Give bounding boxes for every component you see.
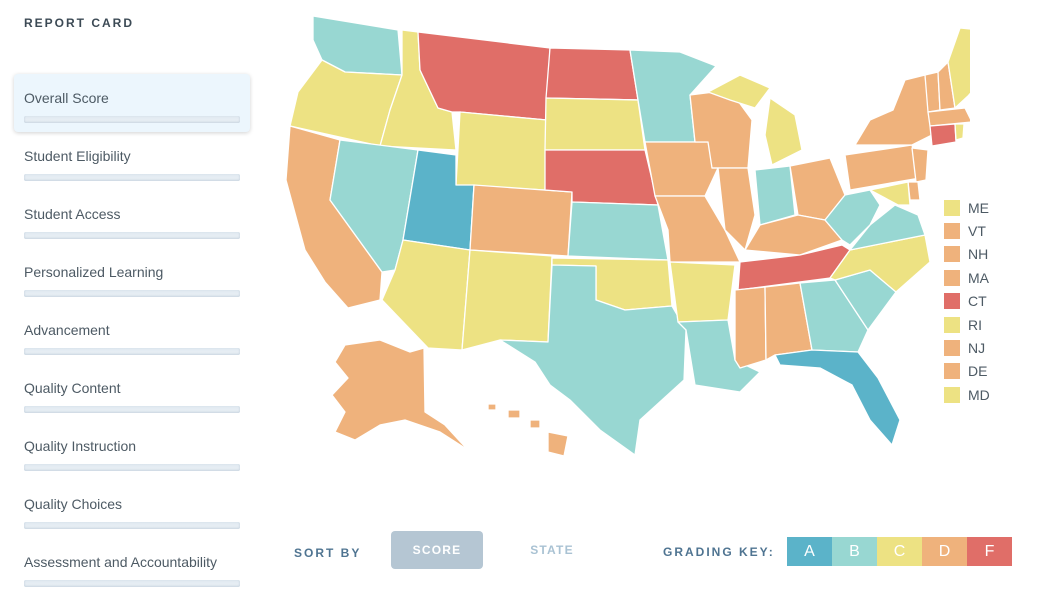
- legend-swatch: [944, 386, 960, 403]
- state-wy[interactable]: [455, 111, 548, 191]
- score-bar: [24, 174, 240, 181]
- sort-state-button[interactable]: STATE: [508, 531, 596, 569]
- legend-row-me[interactable]: ME: [944, 196, 1024, 219]
- state-ak[interactable]: [331, 339, 469, 451]
- menu-item-label: Student Eligibility: [24, 148, 131, 164]
- legend-swatch: [944, 340, 960, 357]
- state-mt[interactable]: [417, 31, 551, 121]
- grade-key-d: D: [922, 537, 967, 566]
- legend-label: MA: [968, 269, 989, 286]
- legend-label: DE: [968, 363, 988, 380]
- northeast-state-legend: ME VT NH MA CT RI NJ DE MD: [944, 196, 1024, 407]
- state-ct[interactable]: [929, 123, 957, 147]
- state-ny[interactable]: [854, 74, 933, 146]
- legend-swatch: [944, 316, 960, 333]
- legend-label: ME: [968, 199, 989, 216]
- legend-row-ri[interactable]: RI: [944, 313, 1024, 336]
- menu-item-quality-choices[interactable]: Quality Choices: [14, 480, 250, 538]
- state-ar[interactable]: [669, 261, 736, 323]
- state-ri[interactable]: [954, 123, 965, 141]
- score-bar: [24, 406, 240, 413]
- menu-item-student-eligibility[interactable]: Student Eligibility: [14, 132, 250, 190]
- legend-swatch: [944, 363, 960, 380]
- sort-by-label: SORT BY: [294, 546, 362, 560]
- state-hi[interactable]: [487, 403, 569, 457]
- report-card-sidebar: REPORT CARD Overall Score Student Eligib…: [0, 0, 270, 601]
- state-ms[interactable]: [734, 286, 767, 369]
- score-bar: [24, 464, 240, 471]
- us-grade-map: [270, 6, 999, 476]
- sort-score-button[interactable]: SCORE: [391, 531, 483, 569]
- legend-swatch: [944, 293, 960, 310]
- menu-item-label: Advancement: [24, 322, 110, 338]
- legend-row-nh[interactable]: NH: [944, 243, 1024, 266]
- state-mi[interactable]: [764, 97, 803, 166]
- legend-swatch: [944, 246, 960, 263]
- grade-key-c: C: [877, 537, 922, 566]
- menu-item-student-access[interactable]: Student Access: [14, 190, 250, 248]
- state-sd[interactable]: [544, 97, 646, 151]
- menu-item-label: Overall Score: [24, 90, 109, 106]
- score-bar: [24, 232, 240, 239]
- menu-item-advancement[interactable]: Advancement: [14, 306, 250, 364]
- legend-label: CT: [968, 293, 987, 310]
- menu-item-overall-score[interactable]: Overall Score: [14, 74, 250, 132]
- menu-item-label: Quality Choices: [24, 496, 123, 512]
- score-bar: [24, 522, 240, 529]
- legend-row-md[interactable]: MD: [944, 383, 1024, 406]
- state-ma[interactable]: [927, 107, 973, 127]
- score-bar: [24, 348, 240, 355]
- menu-item-label: Quality Instruction: [24, 438, 137, 454]
- legend-label: MD: [968, 386, 990, 403]
- score-bar: [24, 290, 240, 297]
- menu-item-quality-instruction[interactable]: Quality Instruction: [14, 422, 250, 480]
- score-bar: [24, 116, 240, 123]
- state-nm[interactable]: [461, 249, 553, 351]
- state-in[interactable]: [754, 165, 796, 226]
- menu-item-label: Personalized Learning: [24, 264, 164, 280]
- grade-key-a: A: [787, 537, 832, 566]
- state-ia[interactable]: [644, 141, 719, 197]
- legend-swatch: [944, 199, 960, 216]
- grading-key-label: GRADING KEY:: [663, 545, 775, 559]
- legend-label: VT: [968, 223, 986, 240]
- score-bar: [24, 580, 240, 587]
- legend-label: NH: [968, 246, 989, 263]
- legend-row-nj[interactable]: NJ: [944, 336, 1024, 359]
- legend-row-ma[interactable]: MA: [944, 266, 1024, 289]
- legend-swatch: [944, 269, 960, 286]
- state-ks[interactable]: [567, 201, 669, 261]
- legend-row-vt[interactable]: VT: [944, 219, 1024, 242]
- grade-key-f: F: [967, 537, 1012, 566]
- legend-row-ct[interactable]: CT: [944, 290, 1024, 313]
- menu-item-personalized-learning[interactable]: Personalized Learning: [14, 248, 250, 306]
- menu-item-assessment-accountability[interactable]: Assessment and Accountability: [14, 538, 250, 596]
- legend-swatch: [944, 223, 960, 240]
- legend-row-de[interactable]: DE: [944, 360, 1024, 383]
- grade-key-b: B: [832, 537, 877, 566]
- state-nd[interactable]: [545, 47, 639, 101]
- menu-item-label: Student Access: [24, 206, 121, 222]
- menu-item-quality-content[interactable]: Quality Content: [14, 364, 250, 422]
- menu-item-label: Quality Content: [24, 380, 121, 396]
- legend-label: NJ: [968, 340, 986, 357]
- state-fl[interactable]: [774, 349, 901, 446]
- grading-key: A B C D F: [787, 537, 1012, 566]
- report-card-title: REPORT CARD: [24, 16, 135, 30]
- menu-item-label: Assessment and Accountability: [24, 554, 217, 570]
- category-menu: Overall Score Student Eligibility Studen…: [14, 74, 250, 596]
- legend-label: RI: [968, 316, 982, 333]
- state-co[interactable]: [469, 184, 573, 257]
